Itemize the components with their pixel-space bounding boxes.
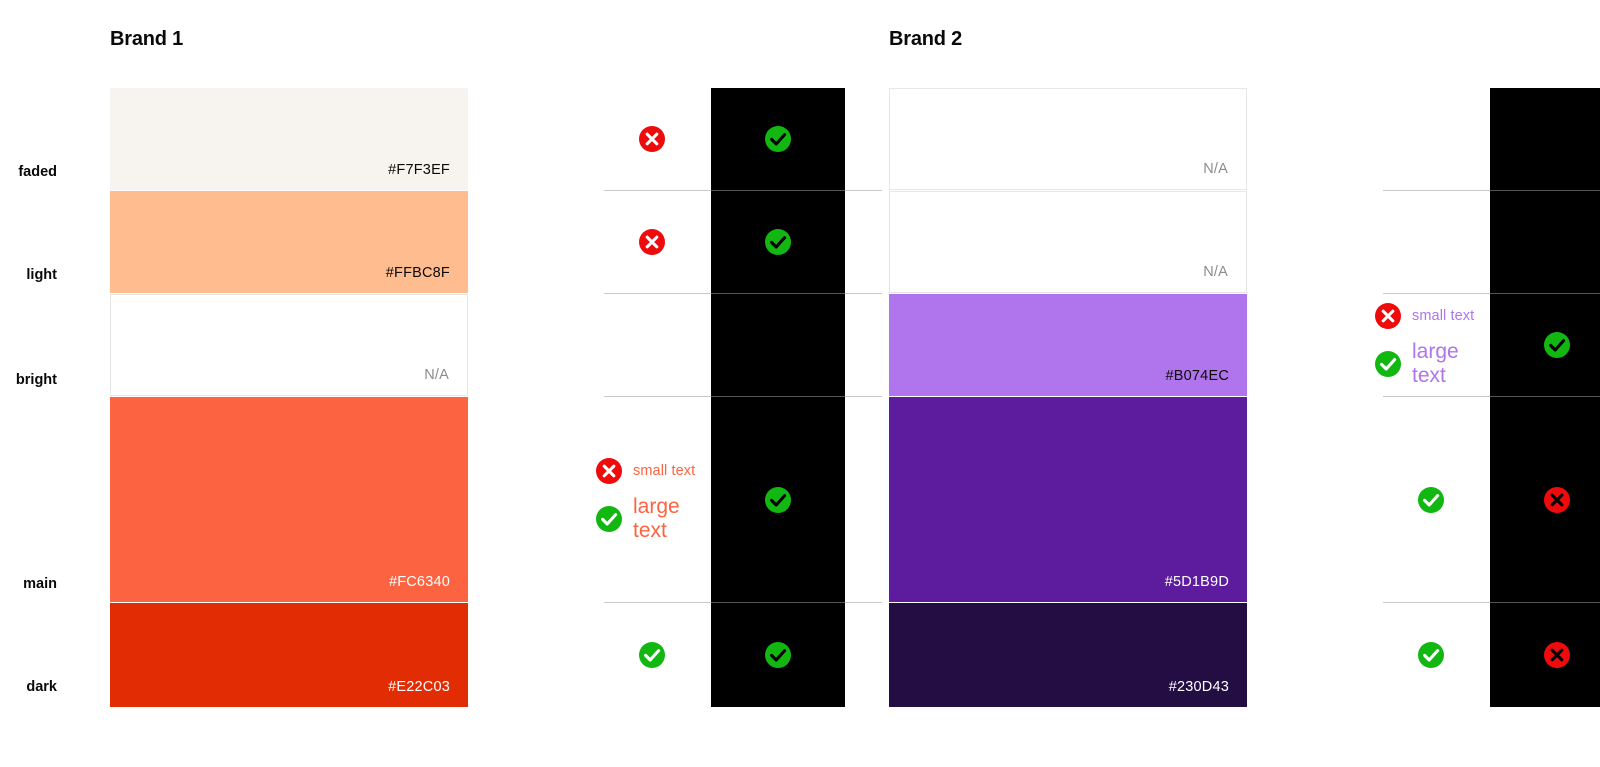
color-swatch-brand-1-faded[interactable]: #F7F3EF bbox=[110, 88, 468, 190]
contrast-cell-brand-1-main-on-black bbox=[711, 397, 845, 602]
small-text-sample-row: small text bbox=[1374, 302, 1474, 330]
small-text-sample: small text bbox=[633, 462, 696, 479]
green-check-black-glyph-icon bbox=[1544, 332, 1570, 358]
red-cross-black-glyph-icon bbox=[1544, 642, 1570, 668]
row-separator-dark-segment bbox=[711, 602, 845, 603]
color-swatch-brand-2-bright[interactable]: #B074EC bbox=[889, 294, 1247, 396]
matrix-row-brand-1-bright: N/A bbox=[110, 294, 845, 396]
color-swatch-brand-2-dark[interactable]: #230D43 bbox=[889, 603, 1247, 707]
color-swatch-brand-1-main[interactable]: #FC6340 bbox=[110, 397, 468, 602]
contrast-cell-brand-2-dark-on-white bbox=[1372, 603, 1490, 707]
contrast-cell-brand-2-main-on-white bbox=[1372, 397, 1490, 602]
row-separator-dark-segment bbox=[711, 293, 845, 294]
contrast-cell-brand-1-dark-on-white bbox=[593, 603, 711, 707]
red-cross-white-glyph-icon bbox=[1375, 303, 1401, 330]
contrast-cell-brand-2-bright-on-white: small text large text bbox=[1372, 294, 1490, 396]
swatch-hex-label: N/A bbox=[424, 367, 449, 383]
contrast-cell-brand-1-light-on-white bbox=[593, 191, 711, 293]
matrix-row-brand-1-light: #FFBC8F bbox=[110, 191, 845, 293]
color-swatch-brand-2-light[interactable]: N/A bbox=[889, 191, 1247, 293]
matrix-row-brand-2-bright: #B074EC small text large text bbox=[889, 294, 1600, 396]
row-label-bright: bright bbox=[15, 372, 57, 388]
row-separator-dark-segment bbox=[1490, 293, 1600, 294]
red-cross-white-glyph-icon bbox=[639, 126, 665, 152]
red-cross-black-glyph-icon bbox=[1544, 486, 1570, 513]
matrix-row-brand-1-main: #FC6340 small text large text bbox=[110, 397, 845, 602]
contrast-cell-brand-1-faded-on-black bbox=[711, 88, 845, 190]
green-check-white-glyph-icon bbox=[596, 505, 622, 532]
row-label-dark: dark bbox=[26, 679, 57, 695]
contrast-matrix-canvas: Brand 1 Brand 2 faded light bright main dark… bbox=[0, 0, 1600, 767]
swatch-hex-label: #FC6340 bbox=[388, 574, 450, 590]
green-check-black-glyph-icon bbox=[765, 229, 791, 255]
matrix-row-brand-2-main: #5D1B9D bbox=[889, 397, 1600, 602]
color-swatch-brand-1-bright[interactable]: N/A bbox=[110, 294, 468, 396]
row-separator-dark-segment bbox=[1490, 190, 1600, 191]
contrast-cell-brand-1-bright-on-black bbox=[711, 294, 845, 396]
green-check-black-glyph-icon bbox=[765, 126, 791, 152]
row-label-light: light bbox=[26, 267, 57, 283]
swatch-hex-label: #FFBC8F bbox=[385, 265, 450, 281]
matrix-row-brand-2-faded: N/A bbox=[889, 88, 1600, 190]
green-check-white-glyph-icon bbox=[639, 642, 665, 668]
contrast-cell-brand-1-bright-on-white bbox=[593, 294, 711, 396]
green-check-white-glyph-icon bbox=[1375, 351, 1401, 377]
green-check-white-glyph-icon bbox=[1418, 642, 1444, 668]
red-cross-white-glyph-icon bbox=[639, 229, 665, 255]
row-label-faded: faded bbox=[18, 164, 57, 180]
large-text-sample-row: large text bbox=[595, 495, 711, 542]
swatch-hex-label: #5D1B9D bbox=[1164, 574, 1229, 590]
color-swatch-brand-1-dark[interactable]: #E22C03 bbox=[110, 603, 468, 707]
contrast-cell-brand-2-faded-on-black bbox=[1490, 88, 1600, 190]
brand-2-grid: N/A N/A #B074EC small text large text #5D1B9D… bbox=[889, 88, 1600, 707]
contrast-cell-brand-2-light-on-white bbox=[1372, 191, 1490, 293]
red-cross-white-glyph-icon bbox=[596, 457, 622, 484]
brand-1-grid: #F7F3EF #FFBC8F N/A #FC6340 small text large … bbox=[110, 88, 882, 707]
green-check-white-glyph-icon bbox=[1418, 486, 1444, 513]
color-swatch-brand-2-main[interactable]: #5D1B9D bbox=[889, 397, 1247, 602]
text-sample-group: small text large text bbox=[595, 457, 711, 542]
small-text-sample: small text bbox=[1412, 308, 1475, 325]
swatch-hex-label: #230D43 bbox=[1168, 679, 1229, 695]
row-separator-dark-segment bbox=[711, 396, 845, 397]
contrast-cell-brand-1-main-on-white: small text large text bbox=[593, 397, 711, 602]
large-text-sample-row: large text bbox=[1374, 340, 1490, 387]
green-check-black-glyph-icon bbox=[765, 642, 791, 668]
matrix-row-brand-2-dark: #230D43 bbox=[889, 603, 1600, 707]
row-separator-dark-segment bbox=[711, 190, 845, 191]
color-swatch-brand-2-faded[interactable]: N/A bbox=[889, 88, 1247, 190]
text-sample-group: small text large text bbox=[1374, 302, 1490, 387]
green-check-black-glyph-icon bbox=[765, 486, 791, 513]
contrast-cell-brand-2-light-on-black bbox=[1490, 191, 1600, 293]
contrast-cell-brand-2-main-on-black bbox=[1490, 397, 1600, 602]
small-text-sample-row: small text bbox=[595, 457, 695, 485]
row-label-main: main bbox=[23, 576, 57, 592]
contrast-cell-brand-1-faded-on-white bbox=[593, 88, 711, 190]
swatch-hex-label: #F7F3EF bbox=[388, 162, 450, 178]
contrast-cell-brand-1-light-on-black bbox=[711, 191, 845, 293]
swatch-hex-label: #E22C03 bbox=[388, 679, 450, 695]
contrast-cell-brand-2-faded-on-white bbox=[1372, 88, 1490, 190]
contrast-cell-brand-2-bright-on-black bbox=[1490, 294, 1600, 396]
row-separator-dark-segment bbox=[1490, 602, 1600, 603]
contrast-cell-brand-1-dark-on-black bbox=[711, 603, 845, 707]
brand-2-title: Brand 2 bbox=[889, 28, 963, 50]
large-text-sample: large text bbox=[633, 494, 680, 542]
matrix-row-brand-1-dark: #E22C03 bbox=[110, 603, 845, 707]
color-swatch-brand-1-light[interactable]: #FFBC8F bbox=[110, 191, 468, 293]
row-separator-dark-segment bbox=[1490, 396, 1600, 397]
contrast-cell-brand-2-dark-on-black bbox=[1490, 603, 1600, 707]
swatch-hex-label: N/A bbox=[1203, 264, 1228, 280]
swatch-hex-label: #B074EC bbox=[1165, 368, 1229, 384]
brand-1-title: Brand 1 bbox=[110, 28, 184, 50]
matrix-row-brand-1-faded: #F7F3EF bbox=[110, 88, 845, 190]
swatch-hex-label: N/A bbox=[1203, 161, 1228, 177]
matrix-row-brand-2-light: N/A bbox=[889, 191, 1600, 293]
large-text-sample: large text bbox=[1412, 340, 1459, 387]
